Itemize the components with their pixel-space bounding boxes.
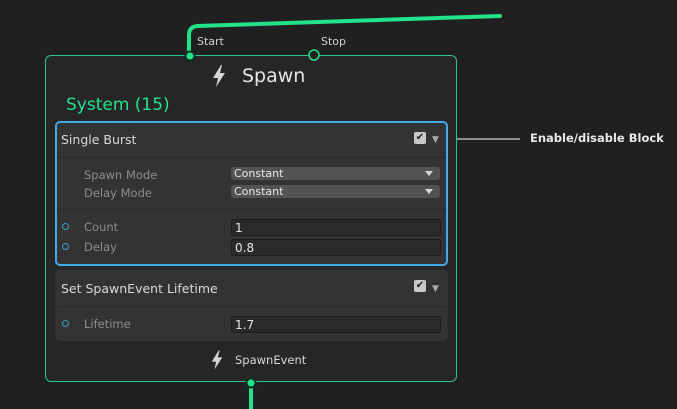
output-port[interactable] [244,376,258,390]
lifetime-field[interactable]: 1.7 [231,316,441,333]
count-label: Count [84,220,119,234]
delay-mode-dropdown[interactable]: Constant [231,185,440,198]
spawn-mode-label: Spawn Mode [84,168,158,182]
block-title: Single Burst [61,132,137,147]
dropdown-arrow-icon [425,171,433,176]
output-label: SpawnEvent [235,353,307,367]
system-label: System (15) [66,95,170,115]
stop-port-label: Stop [321,35,347,48]
start-port[interactable] [183,49,197,63]
spawn-mode-dropdown[interactable]: Constant [231,167,440,180]
node-title: Spawn [242,65,306,87]
divider [57,157,446,158]
block-title: Set SpawnEvent Lifetime [61,281,218,296]
dropdown-arrow-icon [425,189,433,194]
lifetime-port[interactable] [62,320,69,327]
spawn-mode-value: Constant [234,167,284,180]
stop-port[interactable] [307,48,321,62]
count-field[interactable]: 1 [231,219,441,236]
enable-block-checkbox[interactable]: ✔ [414,132,426,144]
delay-label: Delay [84,240,117,254]
divider [57,209,446,210]
callout-label: Enable/disable Block [530,131,664,145]
chevron-down-icon[interactable]: ▼ [432,284,439,294]
delay-mode-label: Delay Mode [84,186,152,200]
count-port[interactable] [62,223,69,230]
divider [57,306,446,307]
lightning-icon [213,65,225,87]
lifetime-label: Lifetime [84,317,131,331]
delay-mode-value: Constant [234,185,284,198]
start-port-label: Start [197,35,224,48]
chevron-down-icon[interactable]: ▼ [432,135,439,145]
enable-block-checkbox[interactable]: ✔ [414,280,426,292]
delay-port[interactable] [62,243,69,250]
lightning-icon [211,350,223,370]
delay-field[interactable]: 0.8 [231,239,441,256]
